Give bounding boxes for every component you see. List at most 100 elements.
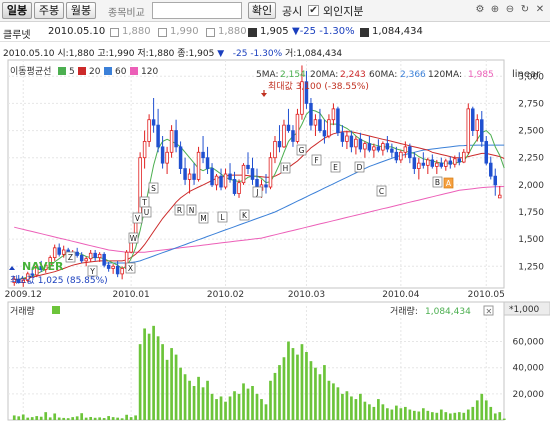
volume-bar	[430, 412, 434, 420]
ma20-value: 2,243	[340, 70, 366, 80]
candle-body	[430, 159, 435, 167]
volume-bar	[107, 416, 110, 420]
volume-bar	[138, 344, 142, 420]
pattern-letter: H	[283, 164, 289, 173]
candle-body	[349, 135, 354, 148]
volume-bar	[404, 406, 407, 420]
volume-bar	[197, 376, 200, 420]
candle-body	[448, 160, 453, 165]
pattern-letter: N	[189, 206, 195, 215]
volume-bar	[26, 417, 30, 420]
volume-bar	[278, 365, 281, 420]
volume-swatch	[52, 306, 60, 314]
pattern-letter: W	[130, 234, 138, 243]
volume-bar	[152, 325, 155, 420]
price-frame	[7, 59, 505, 289]
candle-body	[93, 252, 97, 258]
candle-body	[493, 175, 498, 186]
ma120-value-label: 120MA:	[428, 70, 462, 80]
candle-body	[322, 130, 327, 137]
candle-body	[354, 138, 358, 148]
candle-body	[372, 146, 376, 151]
candle-body	[363, 143, 367, 150]
volume-bar	[120, 418, 124, 420]
candle-body	[295, 113, 300, 142]
pattern-letter: G	[299, 146, 305, 155]
candle-body	[237, 182, 241, 194]
ma60-legend: 60	[115, 67, 127, 77]
volume-bar	[188, 380, 191, 420]
candle-body	[160, 146, 165, 164]
stock-chart: 3,0002,7502,5002,2502,0001,7501,5001,250…	[5, 59, 550, 421]
volume-bar	[264, 404, 268, 420]
volume-bar	[399, 408, 403, 420]
volume-bar	[71, 417, 75, 420]
volume-bar	[484, 400, 488, 420]
candle-body	[219, 175, 223, 188]
volume-bar	[260, 399, 263, 420]
ma5-legend: 5	[69, 67, 75, 77]
volume-bar	[21, 414, 25, 420]
max-label: 최대값 3,100 (-38.55%)	[268, 80, 369, 92]
volume-bar	[233, 391, 236, 420]
candle-body	[403, 146, 408, 153]
volume-bar	[44, 412, 48, 420]
candle-body	[273, 141, 277, 159]
candle-body	[399, 151, 403, 161]
candle-body	[444, 160, 448, 167]
volume-bar	[377, 399, 380, 420]
candle-body	[174, 130, 178, 148]
candle-body	[381, 143, 385, 151]
ma20-legend: 20	[89, 67, 101, 77]
volume-bar	[448, 413, 452, 420]
candle-body	[394, 151, 399, 161]
candle-body	[196, 151, 201, 180]
pattern-letter: T	[141, 198, 147, 207]
volume-title: 거래량	[10, 305, 35, 317]
price-ytick-label: 1,250	[518, 262, 544, 272]
candle-body	[475, 119, 480, 131]
volume-bar	[30, 417, 34, 420]
candle-body	[385, 143, 390, 150]
volume-close-glyph: ✕	[486, 307, 493, 316]
pattern-letter: A	[446, 179, 452, 188]
candle-body	[340, 132, 345, 142]
pattern-letters: STUVWXYZR NM L KJHGFE DCB A	[65, 144, 454, 277]
candle-body	[336, 108, 340, 134]
candle-body	[453, 158, 457, 165]
volume-bar	[84, 417, 88, 420]
pattern-letter: Y	[89, 267, 95, 276]
ma5-swatch	[58, 67, 66, 75]
volume-bar	[147, 333, 151, 420]
ma5-value: 2,154	[280, 70, 306, 80]
candle-body	[205, 157, 210, 169]
price-ytick-label: 1,750	[518, 208, 544, 218]
candle-body	[210, 168, 214, 186]
pattern-letter: B	[435, 178, 440, 187]
ma120-swatch	[130, 67, 138, 75]
volume-legend-value: 1,084,434	[425, 307, 471, 317]
candle-body	[165, 151, 169, 164]
candle-body	[102, 253, 106, 266]
volume-bar	[327, 380, 331, 420]
volume-ytick-label: 40,000	[513, 364, 545, 374]
pattern-letter: C	[379, 187, 384, 196]
candle-body	[327, 119, 331, 137]
pattern-letter: R	[177, 206, 182, 215]
candle-body	[426, 159, 430, 166]
volume-bar	[156, 336, 160, 420]
candle-body	[223, 173, 228, 188]
candle-body	[192, 173, 196, 180]
volume-bar	[57, 417, 61, 420]
x-axis-label: 2009.12	[5, 290, 42, 300]
volume-bar	[475, 400, 479, 420]
volume-bar	[48, 417, 52, 420]
candle-body	[187, 173, 192, 180]
pattern-letter: D	[357, 163, 363, 172]
volume-bar	[287, 341, 290, 420]
candle-body	[367, 143, 372, 151]
volume-bar	[206, 380, 209, 420]
volume-bar	[498, 412, 502, 420]
candle-body	[169, 130, 174, 153]
volume-bar	[62, 417, 66, 420]
